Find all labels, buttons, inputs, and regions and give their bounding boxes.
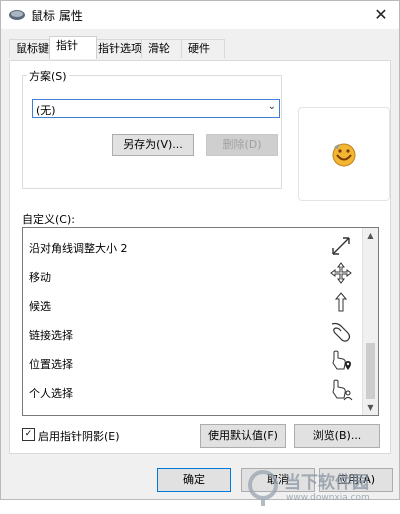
dialog-client-area: 鼠标键 指针 指针选项 滑轮 硬件 方案(S) (无) ⌄ 另存为(V)... … (1, 29, 399, 506)
use-default-button[interactable]: 使用默认值(F) (200, 424, 286, 448)
pointer-shadow-checkbox[interactable]: ✓ (22, 428, 35, 441)
scheme-select[interactable]: (无) ⌄ (32, 99, 280, 118)
tab-pointers[interactable]: 指针 (49, 36, 97, 59)
ok-button[interactable]: 确定 (157, 468, 231, 492)
list-item[interactable]: 沿对角线调整大小 2 (29, 240, 128, 256)
window-title: 鼠标 属性 (31, 9, 83, 23)
scheme-group-label: 方案(S) (27, 68, 69, 84)
list-item-label: 沿对角线调整大小 2 (29, 242, 128, 255)
list-item[interactable]: 个人选择 (29, 385, 73, 401)
watermark-url: www.downxia.com (286, 493, 370, 503)
chevron-down-icon: ⌄ (267, 101, 276, 112)
scroll-up-icon[interactable]: ▲ (363, 228, 378, 243)
list-item[interactable]: 候选 (29, 298, 51, 314)
delete-button: 删除(D) (206, 134, 278, 156)
location-select-icon (332, 350, 351, 370)
diagonal-resize-icon (332, 237, 350, 255)
list-item-label: 候选 (29, 300, 51, 313)
scroll-down-icon[interactable]: ▼ (363, 400, 378, 415)
tab-wheel[interactable]: 滑轮 (141, 39, 183, 58)
scroll-thumb[interactable] (366, 343, 375, 399)
close-icon[interactable]: ✕ (371, 5, 391, 25)
move-icon (330, 262, 352, 284)
list-item[interactable]: 链接选择 (29, 327, 73, 343)
scheme-select-value: (无) (36, 104, 56, 117)
tab-hardware[interactable]: 硬件 (181, 39, 225, 58)
pointer-shadow-label: 启用指针阴影(E) (38, 430, 120, 443)
list-item[interactable]: 位置选择 (29, 356, 73, 372)
mouse-app-icon (9, 10, 25, 20)
watermark: 当下软件园 www.downxia.com (246, 466, 381, 514)
list-item-label: 个人选择 (29, 387, 73, 400)
mouse-properties-window: 鼠标 属性 ✕ 鼠标键 指针 指针选项 滑轮 硬件 方案(S) (无) ⌄ 另存… (0, 0, 400, 506)
link-select-icon (331, 322, 351, 342)
person-select-icon (332, 379, 353, 401)
scheme-group (22, 75, 282, 189)
list-item-label: 链接选择 (29, 329, 73, 342)
save-as-button[interactable]: 另存为(V)... (112, 134, 194, 156)
list-item-label: 位置选择 (29, 358, 73, 371)
list-item[interactable]: 移动 (29, 269, 51, 285)
list-item-label: 移动 (29, 271, 51, 284)
pointer-list[interactable]: 沿对角线调整大小 2 移动 候选 链接选择 位置选择 个人选择 ▲ ▼ (22, 227, 379, 416)
browse-button[interactable]: 浏览(B)... (294, 424, 380, 448)
custom-label: 自定义(C): (22, 213, 75, 226)
list-scrollbar[interactable]: ▲ ▼ (362, 228, 378, 415)
watermark-logo-icon (248, 470, 278, 506)
watermark-text: 当下软件园 (284, 473, 369, 493)
pointer-preview (298, 107, 390, 201)
title-bar: 鼠标 属性 ✕ (1, 1, 399, 29)
pointers-tab-panel: 方案(S) (无) ⌄ 另存为(V)... 删除(D) 自定义(C): 沿对角线… (9, 60, 391, 454)
alternate-select-icon (334, 292, 348, 312)
preview-cursor-icon (332, 143, 356, 167)
